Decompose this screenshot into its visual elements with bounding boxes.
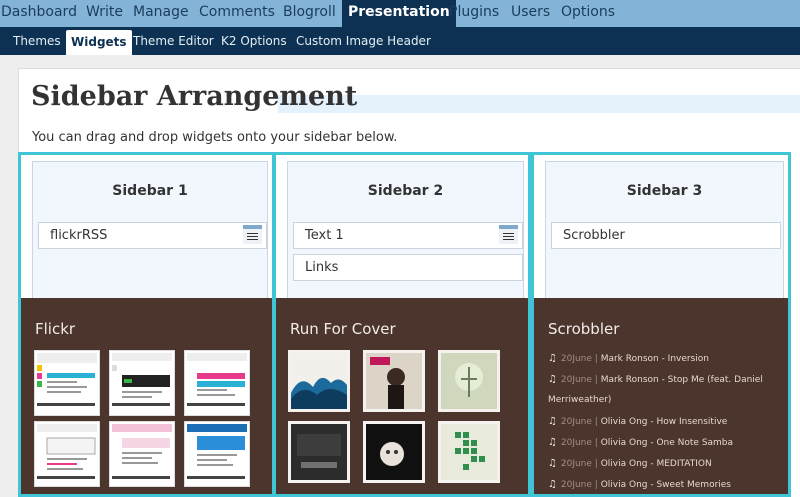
album-cover[interactable] [363, 421, 425, 483]
nav-item-comments[interactable]: Comments [199, 0, 275, 27]
flickr-thumbnail[interactable] [109, 350, 175, 416]
scrobbler-track[interactable]: ♫ 20June | Mark Ronson - Stop Me (feat. … [548, 374, 763, 385]
music-note-icon: ♫ [548, 458, 557, 469]
nav-item-blogroll[interactable]: Blogroll [283, 0, 336, 27]
sidebar-column-3: Sidebar 3 Scrobbler Scrobbler ♫ 20June |… [531, 152, 791, 497]
sidebar-2-title: Sidebar 2 [367, 183, 444, 199]
album-cover[interactable] [438, 421, 500, 483]
sidebar-1-preview: Flickr [21, 298, 272, 494]
preview-title-run-for-cover: Run For Cover [290, 320, 396, 338]
subnav-item-theme-editor[interactable]: Theme Editor [133, 27, 214, 55]
widget-label: Scrobbler [563, 228, 625, 243]
sidebar-column-2: Sidebar 2 Text 1 Links Run For Cover [273, 152, 531, 497]
sub-navigation: Themes Widgets Theme Editor K2 Options C… [0, 27, 800, 55]
flickr-thumbnail[interactable] [34, 350, 100, 416]
widget-flickrrss[interactable]: flickrRSS [38, 222, 267, 249]
widget-scrobbler[interactable]: Scrobbler [551, 222, 781, 249]
music-note-icon: ♫ [548, 479, 557, 490]
nav-item-manage[interactable]: Manage [133, 0, 189, 27]
preview-title-scrobbler: Scrobbler [548, 320, 620, 338]
subnav-item-themes[interactable]: Themes [13, 27, 61, 55]
widget-menu-icon[interactable] [499, 225, 518, 244]
scrobbler-track[interactable]: ♫ 20June | Olivia Ong - MEDITATION [548, 458, 712, 469]
scrobbler-track[interactable]: ♫ 20June | Olivia Ong - One Note Samba [548, 437, 733, 448]
sidebar-2-preview: Run For Cover [276, 298, 528, 494]
subnav-item-widgets[interactable]: Widgets [66, 30, 132, 55]
album-cover[interactable] [288, 421, 350, 483]
nav-item-write[interactable]: Write [86, 0, 123, 27]
music-note-icon: ♫ [548, 353, 557, 364]
flickr-thumbnail[interactable] [34, 421, 100, 487]
preview-title-flickr: Flickr [35, 320, 76, 338]
nav-item-plugins[interactable]: Plugins [449, 0, 499, 27]
page-title: Sidebar Arrangement [31, 81, 358, 112]
sidebar-1-panel[interactable]: Sidebar 1 flickrRSS [32, 161, 268, 307]
page-intro: You can drag and drop widgets onto your … [32, 130, 398, 145]
subnav-item-custom-image-header[interactable]: Custom Image Header [296, 27, 431, 55]
sidebar-1-title: Sidebar 1 [112, 183, 188, 199]
music-note-icon: ♫ [548, 374, 557, 385]
flickr-thumbnail[interactable] [184, 421, 250, 487]
sidebar-3-preview: Scrobbler ♫ 20June | Mark Ronson - Inver… [534, 298, 788, 494]
nav-item-dashboard[interactable]: Dashboard [1, 0, 77, 27]
widget-label: Text 1 [305, 228, 344, 243]
flickr-thumbnail[interactable] [184, 350, 250, 416]
widget-links[interactable]: Links [293, 254, 523, 281]
subnav-item-k2-options[interactable]: K2 Options [221, 27, 287, 55]
flickr-thumbnail[interactable] [109, 421, 175, 487]
nav-item-presentation[interactable]: Presentation [342, 0, 456, 29]
top-navigation: Dashboard Write Manage Comments Blogroll… [0, 0, 800, 29]
widget-label: Links [305, 260, 339, 275]
music-note-icon: ♫ [548, 437, 557, 448]
album-cover[interactable] [438, 350, 500, 412]
scrobbler-track[interactable]: ♫ 20June | Olivia Ong - Sweet Memories [548, 479, 731, 490]
scrobbler-track[interactable]: ♫ 20June | Mark Ronson - Inversion [548, 353, 709, 364]
nav-item-options[interactable]: Options [561, 0, 615, 27]
nav-item-users[interactable]: Users [511, 0, 550, 27]
widget-text-1[interactable]: Text 1 [293, 222, 523, 249]
sidebar-3-title: Sidebar 3 [626, 183, 703, 199]
scrobbler-track[interactable]: ♫ 20June | Olivia Ong - How Insensitive [548, 416, 727, 427]
widget-label: flickrRSS [50, 228, 108, 243]
sidebar-column-1: Sidebar 1 flickrRSS Flickr [18, 152, 275, 497]
scrobbler-track-continued: Merriweather) [548, 395, 612, 405]
widget-menu-icon[interactable] [243, 225, 262, 244]
sidebar-2-panel[interactable]: Sidebar 2 Text 1 Links [287, 161, 524, 307]
sidebar-3-panel[interactable]: Sidebar 3 Scrobbler [545, 161, 784, 307]
album-cover[interactable] [363, 350, 425, 412]
album-cover[interactable] [288, 350, 350, 412]
music-note-icon: ♫ [548, 416, 557, 427]
